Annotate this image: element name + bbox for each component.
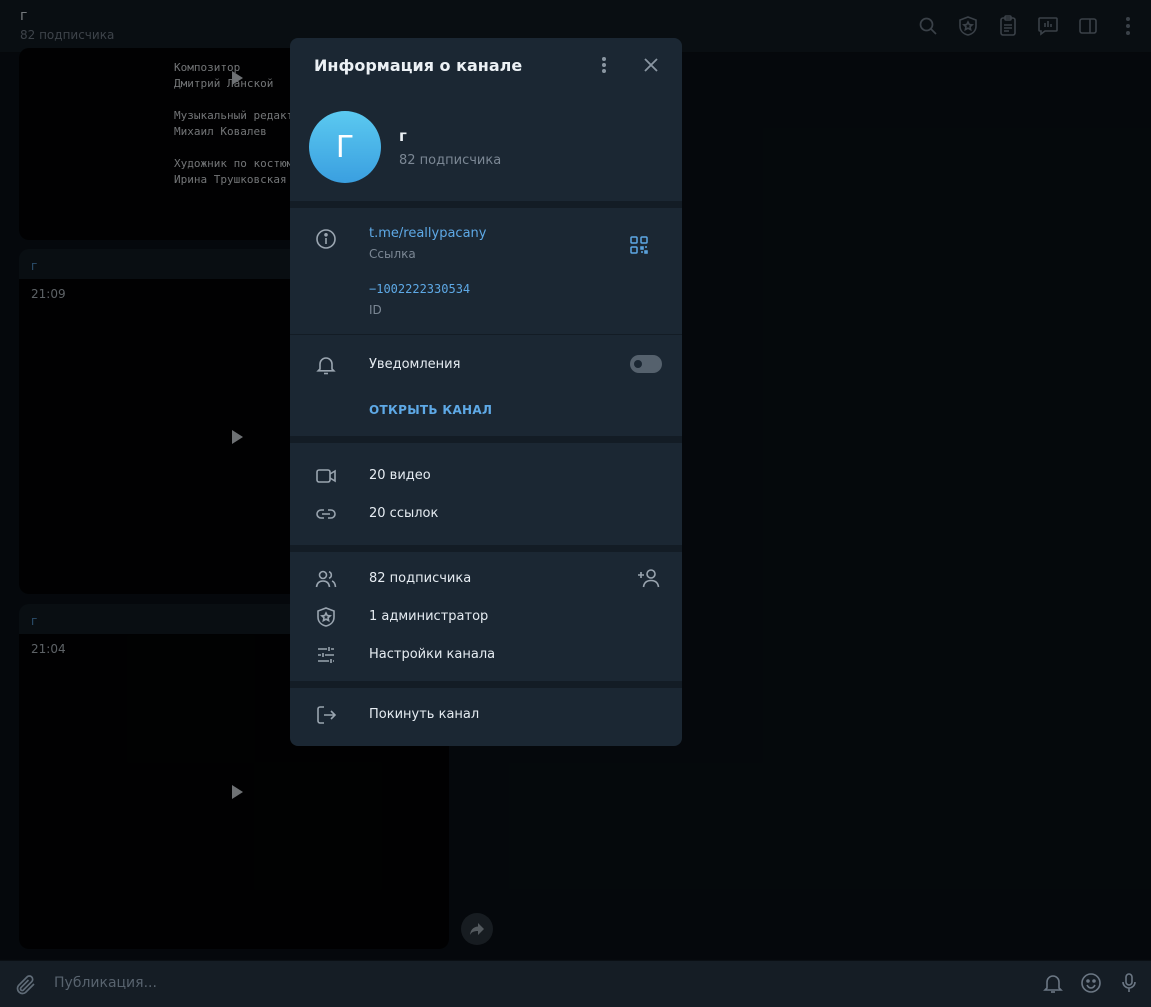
- leave-icon: [315, 704, 337, 726]
- channel-avatar[interactable]: Г: [309, 111, 381, 183]
- media-videos[interactable]: 20 видео: [369, 468, 431, 483]
- section-divider: [290, 545, 682, 552]
- section-divider: [290, 334, 682, 335]
- channel-id-value[interactable]: −1002222330534: [369, 282, 470, 296]
- admin-shield-icon: [315, 606, 337, 628]
- section-divider: [290, 201, 682, 208]
- channel-link[interactable]: t.me/reallypacany: [369, 226, 486, 241]
- more-vertical-icon[interactable]: [600, 54, 608, 80]
- emoji-icon[interactable]: [1079, 971, 1103, 999]
- bell-icon[interactable]: [1041, 971, 1065, 999]
- settings-sliders-icon: [315, 644, 337, 666]
- open-channel-button[interactable]: ОТКРЫТЬ КАНАЛ: [369, 403, 492, 417]
- id-label: ID: [369, 303, 382, 317]
- info-icon: [315, 228, 337, 250]
- composer-bar: Публикация...: [0, 960, 1151, 1007]
- attach-icon[interactable]: [14, 973, 38, 1001]
- channel-id[interactable]: −1002222330534: [369, 282, 470, 297]
- link-label: Ссылка: [369, 247, 416, 261]
- notifications-label: Уведомления: [369, 357, 461, 372]
- add-user-icon[interactable]: [637, 567, 661, 593]
- toggle-knob: [634, 360, 642, 368]
- bell-icon: [315, 354, 337, 376]
- microphone-icon[interactable]: [1117, 971, 1141, 999]
- users-icon: [315, 568, 337, 590]
- channel-subscribers: 82 подписчика: [399, 153, 502, 168]
- notifications-toggle[interactable]: [630, 355, 662, 373]
- message-input[interactable]: Публикация...: [54, 975, 157, 991]
- channel-settings-row[interactable]: Настройки канала: [369, 647, 495, 662]
- dialog-title: Информация о канале: [314, 56, 523, 75]
- channel-name: г: [399, 127, 407, 145]
- leave-channel-button[interactable]: Покинуть канал: [369, 707, 479, 722]
- section-divider: [290, 681, 682, 688]
- close-icon[interactable]: [640, 54, 662, 80]
- subscribers-row[interactable]: 82 подписчика: [369, 571, 471, 586]
- qr-code-icon[interactable]: [629, 235, 649, 259]
- channel-info-dialog: Информация о канале Г г 82 подписчика t.…: [290, 38, 682, 746]
- media-links[interactable]: 20 ссылок: [369, 506, 438, 521]
- video-icon: [315, 465, 337, 487]
- link-icon: [315, 503, 337, 525]
- composer-actions: [1041, 971, 1141, 999]
- administrators-row[interactable]: 1 администратор: [369, 609, 488, 624]
- section-divider: [290, 436, 682, 443]
